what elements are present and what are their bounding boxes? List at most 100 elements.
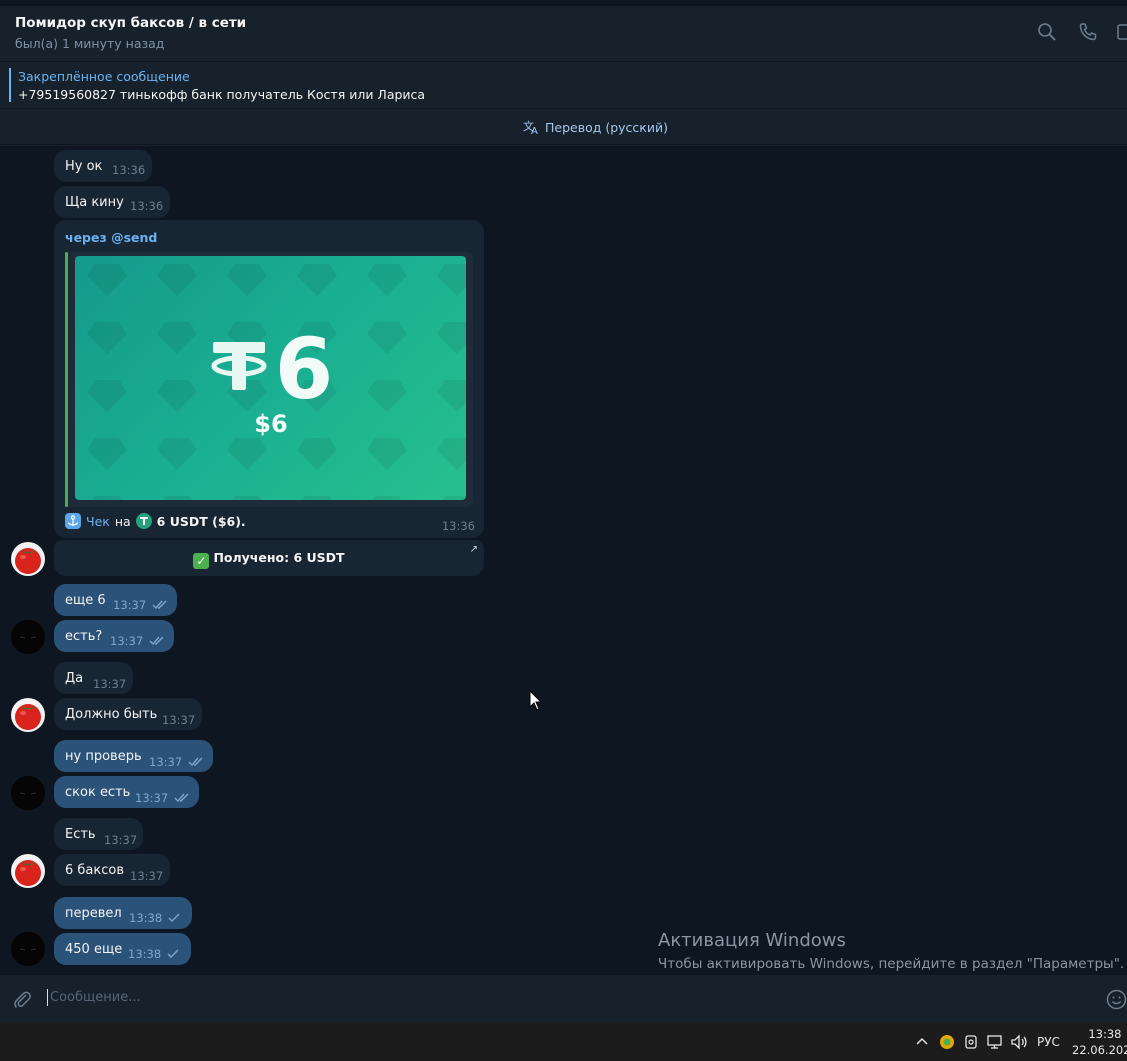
- message-text: Ну ок: [65, 159, 103, 174]
- tomato-avatar-image: [11, 542, 45, 576]
- chat-title[interactable]: Помидор скуп баксов / в сети: [15, 15, 246, 31]
- message-time: 13:36: [441, 519, 475, 533]
- message-text: 6 баксов: [65, 863, 125, 878]
- translate-bar: 文 A Перевод (русский): [0, 108, 1127, 145]
- anchor-icon: [65, 513, 81, 529]
- message-time: 13:37: [93, 677, 127, 691]
- volume-icon[interactable]: [1010, 1034, 1028, 1050]
- message-text: Должно быть: [65, 707, 158, 722]
- check-dollar-label: $6: [254, 410, 287, 438]
- received-label: ✓ Получено: 6 USDT: [54, 550, 484, 569]
- pinned-message[interactable]: Закреплённое сообщение +79519560827 тинь…: [0, 61, 1127, 107]
- message-bubble[interactable]: ну проверь 13:37: [54, 740, 213, 772]
- clock-time: 13:38: [1088, 1027, 1122, 1041]
- message-bubble[interactable]: 6 баксов 13:37: [54, 854, 170, 886]
- checkmark-emoji-icon: ✓: [193, 553, 210, 569]
- message-text: ну проверь: [65, 749, 142, 764]
- dark-avatar-image: [11, 776, 45, 810]
- message-time: 13:37: [162, 713, 196, 727]
- double-check-icon: [152, 600, 167, 610]
- caption-amount: 6 USDT ($6).: [156, 513, 246, 529]
- message-input[interactable]: Сообщение...: [50, 990, 141, 1005]
- double-check-icon: [149, 636, 164, 646]
- message-time: 13:36: [112, 163, 146, 177]
- chat-header: Помидор скуп баксов / в сети был(а) 1 ми…: [0, 6, 1127, 61]
- chat-status: был(а) 1 минуту назад: [15, 36, 165, 51]
- tomato-avatar-image: [11, 854, 45, 888]
- svg-text:A: A: [531, 126, 538, 135]
- message-text: еще 6: [65, 593, 106, 608]
- system-clock[interactable]: 13:38 22.06.2025: [1072, 1026, 1127, 1058]
- usdt-check-image[interactable]: 6 $6: [75, 256, 466, 500]
- message-text: скок есть: [65, 785, 131, 800]
- message-time: 13:37: [113, 598, 147, 612]
- search-icon[interactable]: [1037, 22, 1057, 42]
- via-bot-link[interactable]: @send: [111, 230, 157, 245]
- watermark-title: Активация Windows: [658, 930, 846, 951]
- message-text: перевел: [65, 906, 122, 921]
- app-tray-icon[interactable]: [938, 1033, 956, 1051]
- chat-area[interactable]: Ну ок 13:36 Ща кину 13:36 через @send 6 …: [0, 146, 1127, 975]
- windows-activation-watermark: Активация Windows Чтобы активировать Win…: [658, 930, 1124, 972]
- message-bubble[interactable]: Ну ок 13:36: [54, 150, 152, 182]
- text-cursor: [47, 989, 48, 1006]
- card-caption: Чек на 6 USDT ($6).: [65, 513, 246, 529]
- message-time: 13:37: [149, 755, 183, 769]
- avatar[interactable]: [11, 932, 45, 966]
- double-check-icon: [174, 793, 189, 803]
- device-tray-icon[interactable]: [963, 1033, 979, 1051]
- message-bubble[interactable]: еще 6 13:37: [54, 584, 177, 616]
- message-bubble[interactable]: Да 13:37: [54, 662, 133, 694]
- network-icon[interactable]: [986, 1034, 1004, 1050]
- message-bubble[interactable]: есть? 13:37: [54, 620, 174, 652]
- translate-label: Перевод (русский): [545, 119, 668, 135]
- language-indicator[interactable]: РУС: [1037, 1035, 1060, 1049]
- message-bubble[interactable]: Ща кину 13:36: [54, 186, 170, 218]
- message-text: Ща кину: [65, 195, 124, 210]
- clock-date: 22.06.2025: [1072, 1043, 1127, 1057]
- crypto-check-message[interactable]: через @send 6 $6 Чек на 6 USDT ($6). 13:…: [54, 220, 484, 538]
- dark-avatar-image: [11, 932, 45, 966]
- avatar[interactable]: [11, 776, 45, 810]
- message-bubble[interactable]: Есть 13:37: [54, 818, 143, 850]
- usdt-coin-icon: [135, 513, 152, 529]
- dark-avatar-image: [11, 620, 45, 654]
- message-bubble[interactable]: Должно быть 13:37: [54, 698, 202, 730]
- message-time: 13:37: [130, 869, 164, 883]
- emoji-icon[interactable]: [1106, 989, 1127, 1010]
- translate-icon: 文 A: [523, 119, 538, 135]
- message-bubble[interactable]: скок есть 13:37: [54, 776, 199, 808]
- message-text: 450 еще: [65, 942, 123, 957]
- pinned-title: Закреплённое сообщение: [18, 69, 190, 84]
- check-link[interactable]: Чек: [86, 514, 110, 529]
- avatar[interactable]: [11, 854, 45, 888]
- single-check-icon: [168, 913, 180, 922]
- attach-icon[interactable]: [12, 989, 32, 1009]
- sidebar-toggle-icon[interactable]: [1116, 22, 1127, 42]
- tray-expand-icon[interactable]: [915, 1036, 929, 1046]
- avatar[interactable]: [11, 698, 45, 732]
- message-composer: Сообщение...: [0, 975, 1127, 1022]
- message-text: есть?: [65, 629, 103, 644]
- tether-pattern-graphic: 6 $6: [75, 256, 466, 500]
- avatar[interactable]: [11, 542, 45, 576]
- check-big-number: 6: [275, 320, 333, 418]
- message-time: 13:37: [104, 833, 138, 847]
- avatar[interactable]: [11, 620, 45, 654]
- tomato-avatar-image: [11, 698, 45, 732]
- message-time: 13:38: [129, 911, 163, 925]
- via-bot-label: через @send: [65, 230, 158, 245]
- windows-taskbar: РУС 13:38 22.06.2025: [0, 1022, 1127, 1061]
- translate-button[interactable]: 文 A Перевод (русский): [523, 119, 668, 135]
- double-check-icon: [188, 757, 203, 767]
- message-bubble[interactable]: перевел 13:38: [54, 897, 192, 929]
- phone-icon[interactable]: [1078, 22, 1098, 42]
- caption-mid: на: [114, 513, 131, 529]
- received-inline-button[interactable]: ✓ Получено: 6 USDT ↗: [54, 540, 484, 576]
- pinned-text: +79519560827 тинькофф банк получатель Ко…: [18, 87, 426, 102]
- watermark-subtitle: Чтобы активировать Windows, перейдите в …: [658, 956, 1125, 972]
- external-link-arrow-icon: ↗: [469, 544, 478, 555]
- pinned-accent-bar: [9, 68, 11, 102]
- message-bubble[interactable]: 450 еще 13:38: [54, 933, 191, 965]
- message-time: 13:36: [130, 199, 164, 213]
